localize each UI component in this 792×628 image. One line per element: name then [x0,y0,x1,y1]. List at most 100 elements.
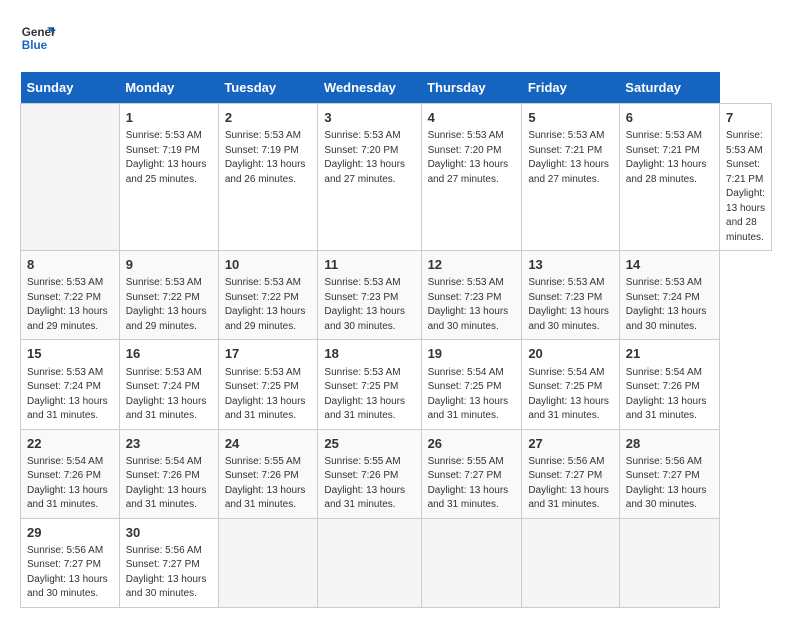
day-cell: 27 Sunrise: 5:56 AMSunset: 7:27 PMDayligh… [522,429,619,518]
day-cell [21,104,120,251]
day-cell: 7 Sunrise: 5:53 AMSunset: 7:21 PMDaylight… [720,104,772,251]
day-number: 30 [126,524,212,542]
day-number: 8 [27,256,113,274]
week-row-5: 29Sunrise: 5:56 AMSunset: 7:27 PMDayligh… [21,518,772,607]
day-cell: 25 Sunrise: 5:55 AMSunset: 7:26 PMDayligh… [318,429,421,518]
week-row-1: 1 Sunrise: 5:53 AMSunset: 7:19 PMDaylight… [21,104,772,251]
day-cell: 23 Sunrise: 5:54 AMSunset: 7:26 PMDayligh… [119,429,218,518]
day-info: Sunrise: 5:54 AMSunset: 7:25 PMDaylight:… [528,366,612,424]
svg-text:Blue: Blue [22,39,48,52]
logo-icon: General Blue [20,20,56,56]
day-cell: 4 Sunrise: 5:53 AMSunset: 7:20 PMDaylight… [421,104,522,251]
header-cell-monday: Monday [119,72,218,104]
day-number: 5 [528,109,612,127]
day-info: Sunrise: 5:53 AMSunset: 7:24 PMDaylight:… [626,276,713,334]
day-number: 14 [626,256,713,274]
day-number: 13 [528,256,612,274]
header-cell-thursday: Thursday [421,72,522,104]
header-cell-friday: Friday [522,72,619,104]
day-number: 25 [324,435,414,453]
day-number: 1 [126,109,212,127]
day-cell [619,518,719,607]
day-cell: 24 Sunrise: 5:55 AMSunset: 7:26 PMDayligh… [218,429,318,518]
day-number: 4 [428,109,516,127]
day-cell: 21 Sunrise: 5:54 AMSunset: 7:26 PMDayligh… [619,340,719,429]
day-number: 23 [126,435,212,453]
day-cell: 17 Sunrise: 5:53 AMSunset: 7:25 PMDayligh… [218,340,318,429]
day-cell [421,518,522,607]
day-info: Sunrise: 5:53 AMSunset: 7:24 PMDaylight:… [27,366,113,424]
day-cell: 29Sunrise: 5:56 AMSunset: 7:27 PMDayligh… [21,518,120,607]
day-cell: 19Sunrise: 5:54 AMSunset: 7:25 PMDayligh… [421,340,522,429]
day-cell: 8 Sunrise: 5:53 AMSunset: 7:22 PMDaylight… [21,251,120,340]
header-cell-wednesday: Wednesday [318,72,421,104]
day-info: Sunrise: 5:54 AMSunset: 7:26 PMDaylight:… [626,366,713,424]
page-header: General Blue [20,20,772,56]
header-cell-tuesday: Tuesday [218,72,318,104]
day-number: 28 [626,435,713,453]
day-info: Sunrise: 5:53 AMSunset: 7:23 PMDaylight:… [428,276,516,334]
week-row-3: 15Sunrise: 5:53 AMSunset: 7:24 PMDayligh… [21,340,772,429]
day-number: 21 [626,345,713,363]
day-cell: 5 Sunrise: 5:53 AMSunset: 7:21 PMDaylight… [522,104,619,251]
day-info: Sunrise: 5:53 AMSunset: 7:21 PMDaylight:… [528,129,612,187]
day-number: 7 [726,109,765,127]
day-info: Sunrise: 5:54 AMSunset: 7:26 PMDaylight:… [27,455,113,513]
day-info: Sunrise: 5:53 AMSunset: 7:19 PMDaylight:… [225,129,312,187]
day-info: Sunrise: 5:56 AMSunset: 7:27 PMDaylight:… [126,544,212,602]
day-cell: 28Sunrise: 5:56 AMSunset: 7:27 PMDayligh… [619,429,719,518]
day-info: Sunrise: 5:53 AMSunset: 7:21 PMDaylight:… [626,129,713,187]
day-info: Sunrise: 5:53 AMSunset: 7:22 PMDaylight:… [225,276,312,334]
day-info: Sunrise: 5:53 AMSunset: 7:19 PMDaylight:… [126,129,212,187]
day-number: 17 [225,345,312,363]
day-cell: 11Sunrise: 5:53 AMSunset: 7:23 PMDayligh… [318,251,421,340]
day-number: 3 [324,109,414,127]
day-number: 2 [225,109,312,127]
day-cell: 18 Sunrise: 5:53 AMSunset: 7:25 PMDayligh… [318,340,421,429]
day-info: Sunrise: 5:53 AMSunset: 7:25 PMDaylight:… [225,366,312,424]
day-number: 24 [225,435,312,453]
day-cell: 22Sunrise: 5:54 AMSunset: 7:26 PMDayligh… [21,429,120,518]
day-info: Sunrise: 5:53 AMSunset: 7:25 PMDaylight:… [324,366,414,424]
day-info: Sunrise: 5:53 AMSunset: 7:22 PMDaylight:… [27,276,113,334]
day-number: 9 [126,256,212,274]
day-cell: 10 Sunrise: 5:53 AMSunset: 7:22 PMDayligh… [218,251,318,340]
day-info: Sunrise: 5:55 AMSunset: 7:26 PMDaylight:… [225,455,312,513]
header-cell-sunday: Sunday [21,72,120,104]
day-info: Sunrise: 5:55 AMSunset: 7:26 PMDaylight:… [324,455,414,513]
week-row-4: 22Sunrise: 5:54 AMSunset: 7:26 PMDayligh… [21,429,772,518]
day-number: 18 [324,345,414,363]
day-info: Sunrise: 5:53 AMSunset: 7:21 PMDaylight:… [726,129,765,245]
day-info: Sunrise: 5:54 AMSunset: 7:26 PMDaylight:… [126,455,212,513]
day-info: Sunrise: 5:53 AMSunset: 7:22 PMDaylight:… [126,276,212,334]
day-number: 20 [528,345,612,363]
day-number: 27 [528,435,612,453]
day-cell [318,518,421,607]
day-cell: 14 Sunrise: 5:53 AMSunset: 7:24 PMDayligh… [619,251,719,340]
header-cell-saturday: Saturday [619,72,719,104]
day-cell: 20 Sunrise: 5:54 AMSunset: 7:25 PMDayligh… [522,340,619,429]
day-cell: 16Sunrise: 5:53 AMSunset: 7:24 PMDayligh… [119,340,218,429]
day-number: 11 [324,256,414,274]
day-info: Sunrise: 5:53 AMSunset: 7:20 PMDaylight:… [324,129,414,187]
day-cell: 26 Sunrise: 5:55 AMSunset: 7:27 PMDayligh… [421,429,522,518]
day-info: Sunrise: 5:53 AMSunset: 7:23 PMDaylight:… [528,276,612,334]
calendar-table: SundayMondayTuesdayWednesdayThursdayFrid… [20,72,772,608]
day-info: Sunrise: 5:53 AMSunset: 7:20 PMDaylight:… [428,129,516,187]
day-number: 10 [225,256,312,274]
day-info: Sunrise: 5:56 AMSunset: 7:27 PMDaylight:… [528,455,612,513]
day-cell: 3 Sunrise: 5:53 AMSunset: 7:20 PMDaylight… [318,104,421,251]
day-info: Sunrise: 5:55 AMSunset: 7:27 PMDaylight:… [428,455,516,513]
day-cell: 6 Sunrise: 5:53 AMSunset: 7:21 PMDaylight… [619,104,719,251]
day-cell [218,518,318,607]
week-row-2: 8 Sunrise: 5:53 AMSunset: 7:22 PMDaylight… [21,251,772,340]
day-number: 26 [428,435,516,453]
header-row: SundayMondayTuesdayWednesdayThursdayFrid… [21,72,772,104]
day-cell: 1 Sunrise: 5:53 AMSunset: 7:19 PMDaylight… [119,104,218,251]
day-number: 6 [626,109,713,127]
day-number: 19 [428,345,516,363]
day-number: 16 [126,345,212,363]
day-cell [522,518,619,607]
day-cell: 2 Sunrise: 5:53 AMSunset: 7:19 PMDaylight… [218,104,318,251]
day-info: Sunrise: 5:56 AMSunset: 7:27 PMDaylight:… [27,544,113,602]
